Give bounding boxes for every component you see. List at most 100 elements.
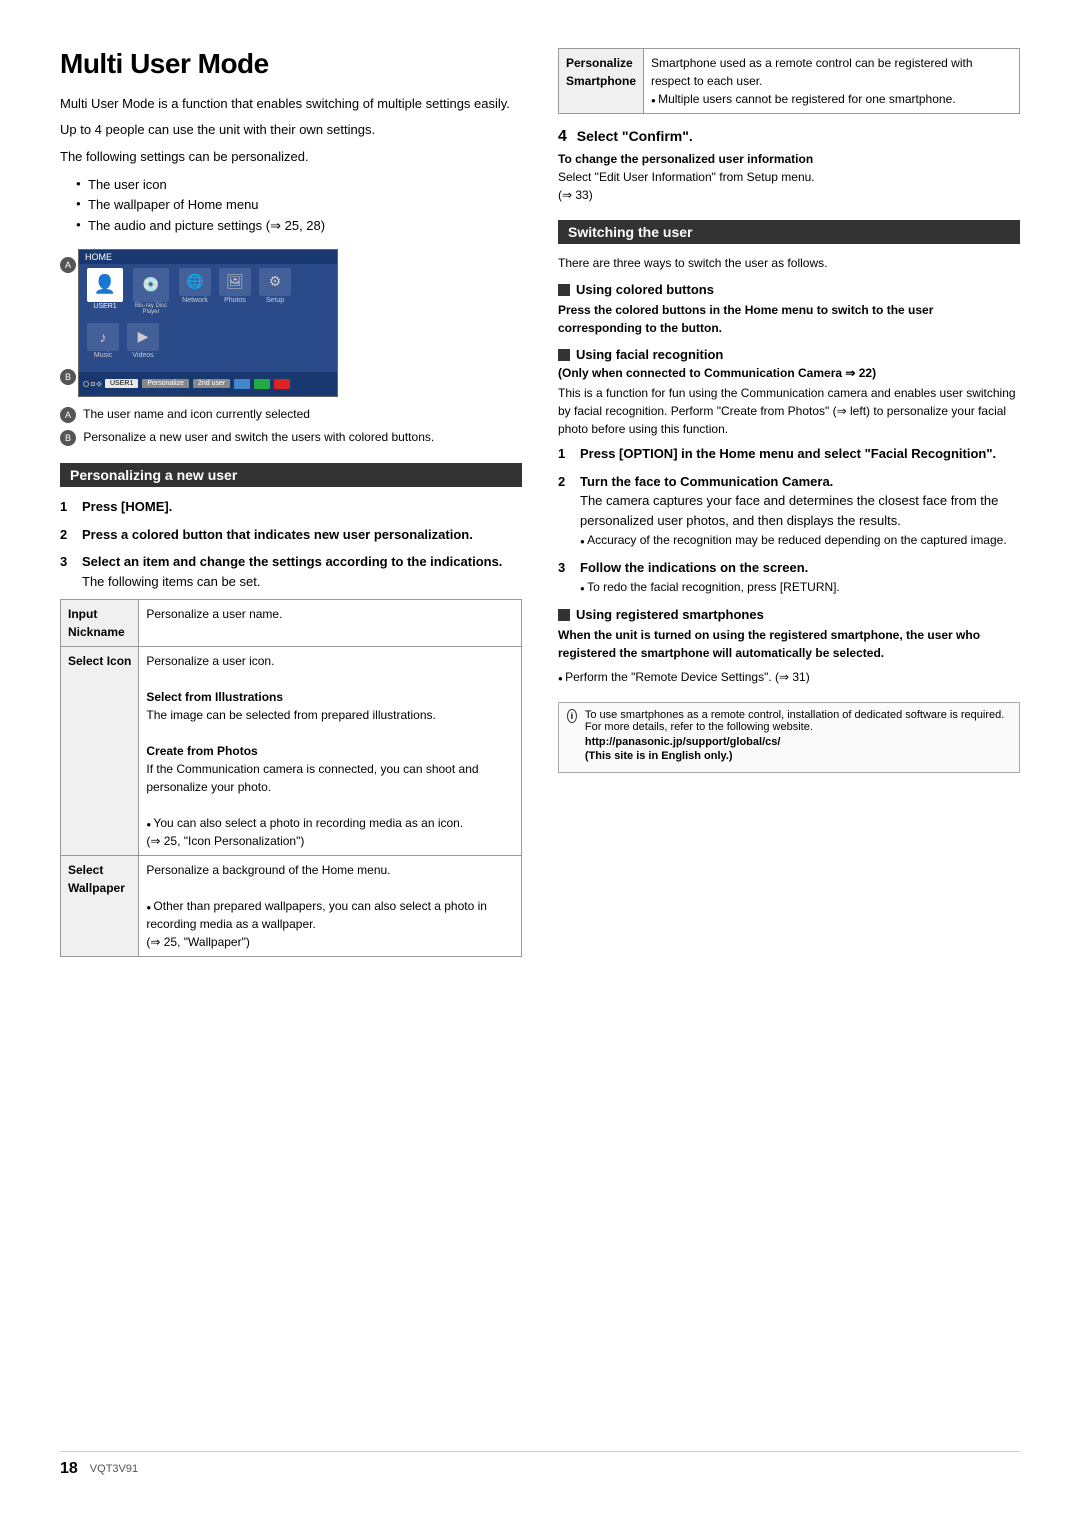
red-btn <box>274 379 290 389</box>
personalizing-section-header: Personalizing a new user <box>60 463 522 487</box>
smartphones-bold-text: When the unit is turned on using the reg… <box>558 626 1020 662</box>
page-number: 18 <box>60 1460 78 1478</box>
icon-bullet: You can also select a photo in recording… <box>146 816 463 848</box>
page-code: VQT3V91 <box>90 1463 138 1475</box>
colored-buttons-text: Press the colored buttons in the Home me… <box>558 301 1020 337</box>
facial-step-1-bold: Press [OPTION] in the Home menu and sele… <box>580 446 996 461</box>
list-item-2: The wallpaper of Home menu <box>76 195 522 216</box>
info-icon: i <box>567 709 577 723</box>
photos-icon-box: 🖼 <box>219 268 251 296</box>
square-bullet-1 <box>558 284 570 296</box>
music-icon-label: Music <box>94 352 112 359</box>
icon-header: Select Icon <box>61 647 139 856</box>
note-eng: (This site is in English only.) <box>585 750 1011 762</box>
setup-icon-label: Setup <box>266 297 284 304</box>
caption-a-text: The user name and icon currently selecte… <box>83 407 310 421</box>
2nd-user-label: 2nd user <box>193 379 230 388</box>
personalize-list: The user icon The wallpaper of Home menu… <box>76 175 522 237</box>
smartphone-table: PersonalizeSmartphone Smartphone used as… <box>558 48 1020 114</box>
square-bullet-3 <box>558 609 570 621</box>
videos-icon-box: ▶ <box>127 323 159 351</box>
step-4: 4 Select "Confirm". <box>558 128 1020 146</box>
facial-step-3-bullet: To redo the facial recognition, press [R… <box>580 580 840 594</box>
bluray-icon-label: Blu-ray Disc Player <box>131 303 171 315</box>
step-1: 1 Press [HOME]. <box>60 497 522 517</box>
intro-text-3: The following settings can be personaliz… <box>60 147 522 167</box>
note-text-1: To use smartphones as a remote control, … <box>585 709 1011 733</box>
list-item-3: The audio and picture settings (⇒ 25, 28… <box>76 216 522 237</box>
music-icon-box: ♪ <box>87 323 119 351</box>
list-item-1: The user icon <box>76 175 522 196</box>
smartphone-row: PersonalizeSmartphone Smartphone used as… <box>559 49 1020 114</box>
switching-section-header: Switching the user <box>558 220 1020 244</box>
note-link: http://panasonic.jp/support/global/cs/ <box>585 736 1011 748</box>
caption-a-letter: A <box>60 407 76 423</box>
page-title: Multi User Mode <box>60 48 522 80</box>
page: Multi User Mode Multi User Mode is a fun… <box>0 0 1080 1526</box>
screen-icon-photos: 🖼 Photos <box>219 268 251 315</box>
square-bullet-2 <box>558 349 570 361</box>
user-icon-box: 👤 <box>87 268 123 302</box>
step-1-text: Press [HOME]. <box>82 499 172 514</box>
photos-label: Create from Photos <box>146 744 257 758</box>
nav-dot-3 <box>96 381 102 387</box>
home-label: HOME <box>85 252 112 262</box>
facial-note: (Only when connected to Communication Ca… <box>558 366 1020 380</box>
network-icon-label: Network <box>182 297 208 304</box>
table-row-icon: Select Icon Personalize a user icon. Sel… <box>61 647 522 856</box>
left-column: Multi User Mode Multi User Mode is a fun… <box>60 48 522 1431</box>
screen-icon-user: 👤 USER1 <box>87 268 123 315</box>
facial-step-3: 3 Follow the indications on the screen. … <box>558 558 1020 597</box>
personalize-label: Personalize <box>142 379 189 388</box>
wallpaper-header: SelectWallpaper <box>61 856 139 957</box>
caption-b-row: B Personalize a new user and switch the … <box>60 428 522 447</box>
intro-text-1: Multi User Mode is a function that enabl… <box>60 94 522 114</box>
screenshot-box: HOME 👤 USER1 💿 Blu-ray Disc Player <box>78 249 338 397</box>
user-icon-label: USER1 <box>93 303 116 310</box>
facial-step-2: 2 Turn the face to Communication Camera.… <box>558 472 1020 550</box>
table-row-nickname: InputNickname Personalize a user name. <box>61 600 522 647</box>
green-btn <box>254 379 270 389</box>
colored-buttons-section: Using colored buttons <box>558 282 1020 297</box>
switch-intro: There are three ways to switch the user … <box>558 254 1020 272</box>
footer: 18 VQT3V91 <box>60 1451 1020 1478</box>
table-row-wallpaper: SelectWallpaper Personalize a background… <box>61 856 522 957</box>
screen-top-bar: HOME <box>79 250 337 264</box>
facial-body: This is a function for fun using the Com… <box>558 384 1020 438</box>
smartphone-content: Smartphone used as a remote control can … <box>644 49 1020 114</box>
facial-step-3-bold: Follow the indications on the screen. <box>580 560 808 575</box>
screen-bottom-bar: USER1 Personalize 2nd user <box>79 372 337 396</box>
network-icon-box: 🌐 <box>179 268 211 296</box>
videos-icon-label: Videos <box>132 352 153 359</box>
nav-dot-2 <box>91 382 95 386</box>
step-4-text: Select "Confirm". <box>577 128 693 144</box>
facial-recognition-title: Using facial recognition <box>576 347 723 362</box>
smartphone-bullet: Multiple users cannot be registered for … <box>651 92 956 106</box>
screen-icon-network: 🌐 Network <box>179 268 211 315</box>
photos-icon-label: Photos <box>224 297 246 304</box>
facial-step-2-body: The camera captures your face and determ… <box>580 493 998 528</box>
label-b: B <box>60 369 76 385</box>
setup-icon-box: ⚙ <box>259 268 291 296</box>
blue-btn <box>234 379 250 389</box>
step-2: 2 Press a colored button that indicates … <box>60 525 522 545</box>
settings-table: InputNickname Personalize a user name. S… <box>60 599 522 957</box>
smartphones-bullet: Perform the "Remote Device Settings". (⇒… <box>558 670 810 684</box>
smartphones-title: Using registered smartphones <box>576 607 764 622</box>
notes-box: i To use smartphones as a remote control… <box>558 702 1020 773</box>
note-row-1: i To use smartphones as a remote control… <box>567 709 1011 762</box>
screen-icon-music: ♪ Music <box>87 323 119 359</box>
label-a: A <box>60 257 76 273</box>
icon-content: Personalize a user icon. Select from Ill… <box>139 647 522 856</box>
facial-step-1: 1 Press [OPTION] in the Home menu and se… <box>558 444 1020 464</box>
step-3-sub: The following items can be set. <box>82 574 260 589</box>
caption-b-letter: B <box>60 430 76 446</box>
colored-buttons-title: Using colored buttons <box>576 282 714 297</box>
nav-dot-1 <box>83 381 89 387</box>
step-3-bold: Select an item and change the settings a… <box>82 554 502 569</box>
wallpaper-content: Personalize a background of the Home men… <box>139 856 522 957</box>
facial-step-2-bullet: Accuracy of the recognition may be reduc… <box>580 533 1007 547</box>
illustrations-label: Select from Illustrations <box>146 690 283 704</box>
step-2-bold: Press a colored button that indicates ne… <box>82 527 473 542</box>
smartphone-header: PersonalizeSmartphone <box>559 49 644 114</box>
